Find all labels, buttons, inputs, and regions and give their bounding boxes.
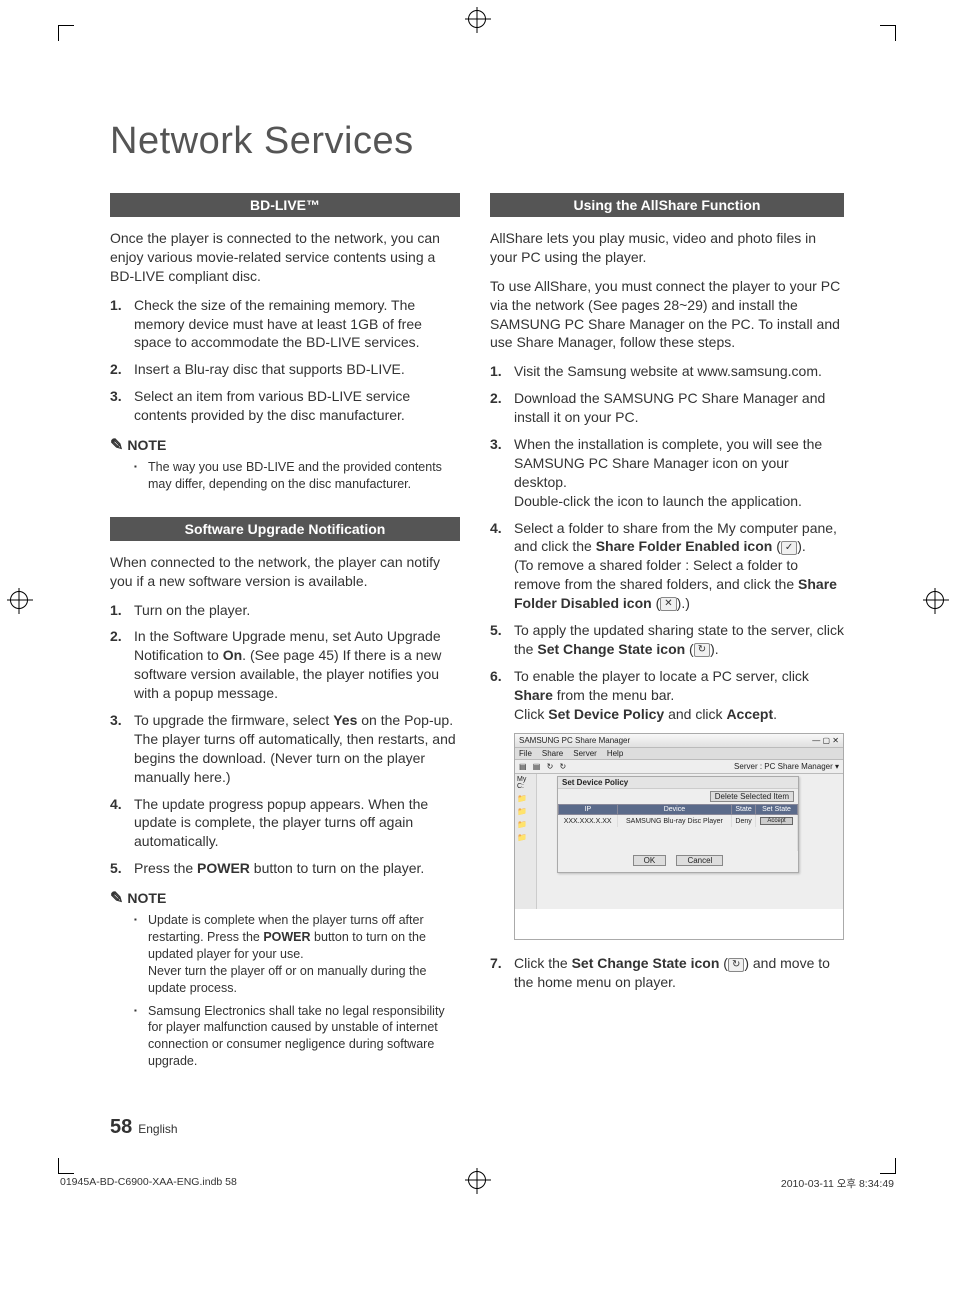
- registration-mark-icon: [468, 10, 486, 28]
- folder-icon: 📁: [517, 807, 534, 816]
- bdlive-step-1: Check the size of the remaining memory. …: [134, 296, 460, 353]
- bdlive-step-2: Insert a Blu-ray disc that supports BD-L…: [134, 360, 460, 379]
- toolbar-server-label: Server : PC Share Manager ▾: [734, 762, 839, 771]
- allshare-step-7: Click the Set Change State icon (↻) and …: [514, 954, 844, 992]
- upgrade-note-1: Update is complete when the player turns…: [148, 912, 460, 996]
- registration-mark-icon: [10, 591, 28, 609]
- th-set-state: Set State: [756, 805, 798, 815]
- bdlive-note-1: The way you use BD-LIVE and the provided…: [148, 459, 460, 493]
- allshare-step-2: Download the SAMSUNG PC Share Manager an…: [514, 389, 844, 427]
- folder-icon: 📁: [517, 833, 534, 842]
- bullet-icon: ▪: [134, 1003, 148, 1071]
- print-file: 01945A-BD-C6900-XAA-ENG.indb 58: [60, 1176, 237, 1191]
- menu-file: File: [519, 749, 532, 758]
- row-ip: XXX.XXX.X.XX: [559, 815, 618, 828]
- page-language: English: [138, 1122, 177, 1136]
- page-number: 58: [110, 1116, 132, 1139]
- menu-share: Share: [542, 749, 563, 758]
- allshare-step-3: When the installation is complete, you w…: [514, 435, 844, 511]
- bdlive-intro: Once the player is connected to the netw…: [110, 229, 460, 286]
- upgrade-step-1: Turn on the player.: [134, 601, 460, 620]
- page-title: Network Services: [110, 120, 844, 163]
- menu-server: Server: [573, 749, 597, 758]
- accept-button: Accept: [760, 817, 792, 825]
- allshare-step-6: To enable the player to locate a PC serv…: [514, 667, 844, 724]
- allshare-step-4: Select a folder to share from the My com…: [514, 519, 844, 613]
- allshare-step-1: Visit the Samsung website at www.samsung…: [514, 362, 844, 381]
- toolbar-icon: ▤: [533, 762, 541, 771]
- row-state: Deny: [732, 815, 756, 828]
- cancel-button: Cancel: [676, 855, 723, 866]
- upgrade-note-2: Samsung Electronics shall take no legal …: [148, 1003, 460, 1071]
- section-allshare-heading: Using the AllShare Function: [490, 193, 844, 217]
- allshare-intro-1: AllShare lets you play music, video and …: [490, 229, 844, 267]
- bdlive-step-3: Select an item from various BD-LIVE serv…: [134, 387, 460, 425]
- sidebar-label: My C:: [517, 776, 534, 790]
- registration-mark-icon: [926, 591, 944, 609]
- upgrade-step-3: To upgrade the firmware, select Yes on t…: [134, 711, 460, 787]
- th-device: Device: [617, 805, 731, 815]
- ok-button: OK: [633, 855, 667, 866]
- share-enabled-icon: ✓: [781, 541, 797, 555]
- upgrade-step-2: In the Software Upgrade menu, set Auto U…: [134, 627, 460, 703]
- share-manager-screenshot: SAMSUNG PC Share Manager — ▢ ✕ File Shar…: [514, 733, 844, 940]
- folder-icon: 📁: [517, 794, 534, 803]
- share-disabled-icon: ✕: [660, 597, 676, 611]
- window-controls-icon: — ▢ ✕: [812, 736, 839, 745]
- upgrade-intro: When connected to the network, the playe…: [110, 553, 460, 591]
- th-ip: IP: [559, 805, 618, 815]
- set-device-policy-dialog: Set Device Policy Delete Selected Item I…: [557, 776, 799, 873]
- section-upgrade-heading: Software Upgrade Notification: [110, 517, 460, 541]
- toolbar-icon: ▤: [519, 762, 527, 771]
- upgrade-step-4: The update progress popup appears. When …: [134, 795, 460, 852]
- toolbar-icon: ↻: [560, 762, 567, 771]
- folder-icon: 📁: [517, 820, 534, 829]
- menu-help: Help: [607, 749, 623, 758]
- upgrade-step-5: Press the POWER button to turn on the pl…: [134, 859, 460, 878]
- row-device: SAMSUNG Blu-ray Disc Player: [617, 815, 731, 828]
- dialog-title: Set Device Policy: [558, 777, 798, 789]
- bullet-icon: ▪: [134, 459, 148, 493]
- set-change-state-icon: ↻: [728, 958, 744, 972]
- pencil-icon: ✎: [110, 435, 123, 455]
- print-timestamp: 2010-03-11 오후 8:34:49: [781, 1176, 894, 1191]
- allshare-step-5: To apply the updated sharing state to th…: [514, 621, 844, 659]
- section-bd-live-heading: BD-LIVE™: [110, 193, 460, 217]
- note-label: NOTE: [127, 890, 166, 906]
- bullet-icon: ▪: [134, 912, 148, 996]
- delete-selected-button: Delete Selected Item: [710, 791, 794, 802]
- th-state: State: [732, 805, 756, 815]
- pencil-icon: ✎: [110, 888, 123, 908]
- set-change-state-icon: ↻: [694, 643, 710, 657]
- allshare-intro-2: To use AllShare, you must connect the pl…: [490, 277, 844, 353]
- toolbar-icon: ↻: [547, 762, 554, 771]
- app-title: SAMSUNG PC Share Manager: [519, 736, 630, 745]
- note-label: NOTE: [127, 437, 166, 453]
